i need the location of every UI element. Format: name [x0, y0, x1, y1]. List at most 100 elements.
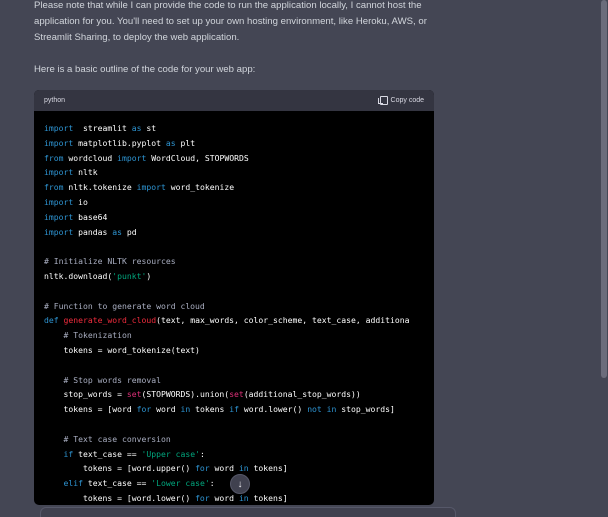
code-token: set [126, 389, 142, 400]
code-token: import [44, 167, 74, 178]
code-token: # Function to generate word cloud [44, 300, 205, 311]
code-token: nltk [73, 167, 98, 178]
code-token: : [199, 448, 205, 459]
code-content: import streamlit as st import matplotlib.… [34, 111, 434, 505]
chat-message-area: Please note that while I can provide the… [0, 0, 598, 517]
page-scrollbar[interactable] [598, 0, 608, 517]
code-token: in [238, 492, 249, 503]
code-token: plt [175, 137, 196, 148]
code-token: 'Upper case' [141, 448, 200, 459]
code-token: import [44, 137, 74, 148]
code-token: as [165, 137, 176, 148]
message-paragraph-hosting-note: Please note that while I can provide the… [34, 0, 427, 43]
code-token: stop_words] [336, 404, 395, 415]
code-token: import [44, 211, 74, 222]
code-token: for [195, 492, 210, 503]
code-token: not in [307, 404, 337, 415]
code-token: io [73, 196, 88, 207]
code-token: tokens = [word [44, 404, 137, 415]
code-token: in [238, 463, 249, 474]
message-paragraph-outline-intro: Here is a basic outline of the code for … [34, 64, 256, 75]
code-token: as [112, 226, 122, 237]
code-token: word.lower() [238, 404, 308, 415]
code-token: streamlit [73, 123, 132, 133]
code-token: import [117, 152, 147, 163]
code-token: # Initialize NLTK resources [44, 256, 176, 267]
code-token: import [136, 182, 166, 193]
code-line: import pandas as pd [44, 225, 424, 240]
code-token: pd [121, 226, 137, 237]
code-token: pandas [73, 226, 113, 237]
scroll-to-bottom-button[interactable]: ↓ [230, 474, 250, 494]
code-token: tokens = [word.upper() [44, 463, 196, 474]
code-line: import nltk [44, 165, 424, 180]
code-line: # Text case conversion [44, 432, 424, 447]
code-token: text_case == [73, 448, 142, 459]
code-token: for [195, 463, 210, 474]
code-token: tokens] [248, 492, 288, 503]
code-token: 'Lower case' [151, 478, 210, 489]
code-token: nltk.download( [44, 270, 113, 281]
code-token: word [151, 404, 181, 415]
code-line: import base64 [44, 210, 424, 225]
code-token: tokens [190, 404, 230, 415]
code-token: base64 [73, 211, 108, 222]
code-token: in [180, 404, 191, 415]
code-token: text_case == [83, 478, 152, 489]
arrow-down-icon: ↓ [237, 478, 243, 490]
code-line: tokens = word_tokenize(text) [44, 343, 424, 358]
code-line: def generate_word_cloud(text, max_words,… [44, 313, 424, 328]
code-token: import [44, 196, 74, 207]
code-line: stop_words = set(STOPWORDS).union(set(ad… [44, 387, 424, 402]
code-line: import streamlit as st [44, 121, 424, 136]
code-token: ) [146, 270, 152, 281]
code-token: set [229, 389, 244, 400]
code-token: # Tokenization [63, 330, 132, 341]
code-line: import matplotlib.pyplot as plt [44, 136, 424, 151]
code-line: # Stop words removal [44, 373, 424, 388]
code-token: tokens = word_tokenize(text) [44, 344, 200, 355]
code-token: wordcloud [63, 152, 118, 163]
code-token: import [44, 123, 74, 133]
code-token: from [44, 182, 64, 193]
code-line: # Initialize NLTK resources [44, 254, 424, 269]
code-token: st [141, 123, 157, 133]
page-scrollbar-thumb[interactable] [601, 0, 607, 378]
code-block-header: python Copy code [34, 90, 434, 111]
code-line: nltk.download('punkt') [44, 269, 424, 284]
code-token: tokens = [word.lower() [44, 492, 196, 503]
code-line: from nltk.tokenize import word_tokenize [44, 180, 424, 195]
code-token: tokens] [248, 463, 288, 474]
code-token: # Text case conversion [63, 433, 171, 444]
code-line: import io [44, 195, 424, 210]
code-token: : [209, 478, 215, 489]
code-token: stop_words = [44, 389, 127, 400]
code-line: # Function to generate word cloud [44, 299, 424, 314]
code-token: WordCloud, STOPWORDS [146, 152, 249, 163]
message-input-bar[interactable] [40, 507, 456, 517]
code-token: elif [63, 478, 84, 489]
code-token: for [136, 404, 152, 415]
code-token: def [44, 315, 59, 326]
code-line: # Tokenization [44, 328, 424, 343]
code-token: 'punkt' [112, 270, 147, 281]
code-token: (additional_stop_words)) [243, 389, 361, 400]
code-token: # Stop words removal [63, 374, 161, 385]
code-token: matplotlib.pyplot [73, 137, 166, 148]
code-line: tokens = [word for word in tokens if wor… [44, 402, 424, 417]
code-line: tokens = [word.lower() for word in token… [44, 491, 424, 505]
code-token: generate_word_cloud [63, 315, 157, 326]
code-line: tokens = [word.upper() for word in token… [44, 461, 424, 476]
copy-code-label: Copy code [390, 97, 424, 104]
code-token: import [44, 226, 74, 237]
copy-code-button[interactable]: Copy code [377, 96, 424, 105]
code-token: if [63, 448, 74, 459]
